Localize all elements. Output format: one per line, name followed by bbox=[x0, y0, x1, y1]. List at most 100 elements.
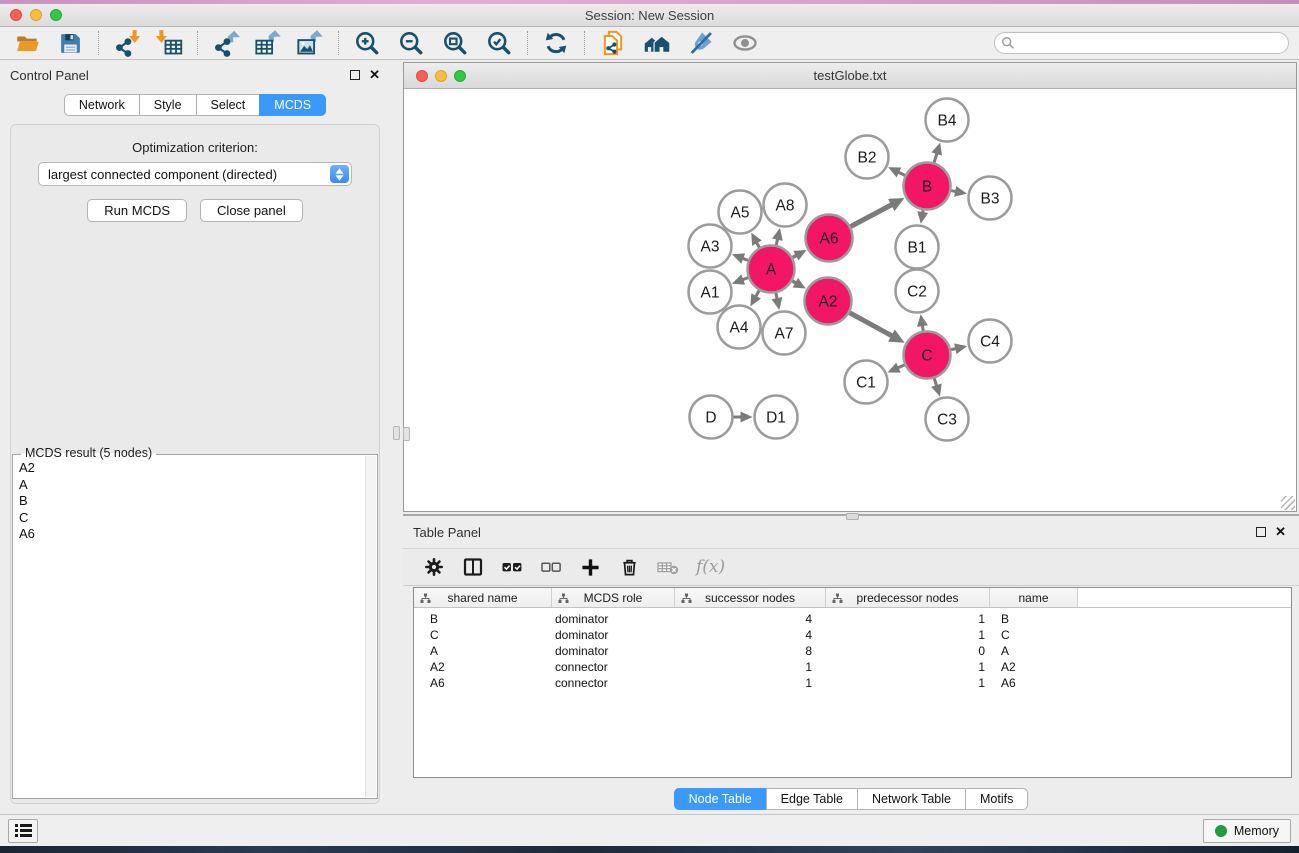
table-cell[interactable]: A6 bbox=[990, 676, 1078, 690]
tab-node-table[interactable]: Node Table bbox=[674, 788, 767, 810]
criterion-select[interactable]: largest connected component (directed) bbox=[38, 162, 352, 186]
table-cell[interactable]: A bbox=[414, 644, 552, 658]
close-panel-button[interactable]: Close panel bbox=[200, 199, 303, 222]
horizontal-splitter[interactable] bbox=[403, 512, 1299, 520]
tab-mcds[interactable]: MCDS bbox=[259, 94, 326, 116]
network-window-titlebar[interactable]: testGlobe.txt bbox=[404, 63, 1296, 89]
result-item[interactable]: A bbox=[19, 477, 365, 494]
table-cell[interactable]: 1 bbox=[826, 660, 990, 674]
save-session-icon[interactable] bbox=[55, 28, 85, 58]
table-cell[interactable]: C bbox=[414, 628, 552, 642]
result-scrollbar[interactable] bbox=[365, 456, 376, 797]
graph-edge[interactable] bbox=[851, 205, 892, 227]
table-cell[interactable]: 1 bbox=[675, 660, 826, 674]
criterion-selected-value: largest connected component (directed) bbox=[39, 167, 277, 182]
table-cell[interactable]: B bbox=[414, 612, 552, 626]
table-row[interactable]: A2connector11A2 bbox=[414, 659, 1291, 675]
result-item[interactable]: A6 bbox=[19, 526, 365, 543]
table-cell[interactable]: dominator bbox=[552, 644, 675, 658]
table-cell[interactable]: A bbox=[990, 644, 1078, 658]
zoom-selected-icon[interactable] bbox=[484, 28, 514, 58]
deselect-all-checkboxes-icon[interactable] bbox=[540, 556, 562, 578]
desktop-wallpaper-strip bbox=[0, 846, 1299, 853]
memory-button[interactable]: Memory bbox=[1203, 819, 1291, 843]
table-cell[interactable]: dominator bbox=[552, 628, 675, 642]
network-import-icon[interactable] bbox=[112, 28, 142, 58]
float-panel-icon[interactable] bbox=[1256, 527, 1266, 537]
vertical-splitter[interactable] bbox=[390, 60, 403, 814]
table-import-icon[interactable] bbox=[154, 28, 184, 58]
close-panel-icon[interactable]: ✕ bbox=[1275, 527, 1286, 537]
splitter-grip[interactable] bbox=[393, 426, 400, 440]
table-cell[interactable]: connector bbox=[552, 660, 675, 674]
table-export-icon[interactable] bbox=[253, 28, 283, 58]
table-cell[interactable]: 1 bbox=[675, 676, 826, 690]
zoom-in-icon[interactable] bbox=[352, 28, 382, 58]
tab-motifs[interactable]: Motifs bbox=[965, 788, 1028, 810]
table-cell[interactable]: dominator bbox=[552, 612, 675, 626]
result-item[interactable]: A2 bbox=[19, 460, 365, 477]
table-cell[interactable]: 8 bbox=[675, 644, 826, 658]
eye-icon[interactable] bbox=[730, 28, 760, 58]
network-canvas[interactable]: B4B2BB3A8A5A6A3B1AA1C2A2A4A7C4CC1C3DD1 bbox=[404, 89, 1296, 511]
table-cell[interactable]: 0 bbox=[826, 644, 990, 658]
search-input[interactable] bbox=[994, 32, 1289, 54]
column-header-mcds-role[interactable]: MCDS role bbox=[552, 588, 675, 607]
table-row[interactable]: A6connector11A6 bbox=[414, 675, 1291, 691]
table-cell[interactable]: 4 bbox=[675, 612, 826, 626]
zoom-fit-icon[interactable] bbox=[440, 28, 470, 58]
network-clone-icon[interactable] bbox=[598, 28, 628, 58]
table-cell[interactable]: 4 bbox=[675, 628, 826, 642]
table-row[interactable]: Cdominator41C bbox=[414, 627, 1291, 643]
task-history-button[interactable] bbox=[8, 819, 38, 843]
table-row[interactable]: Adominator80A bbox=[414, 643, 1291, 659]
close-panel-icon[interactable]: ✕ bbox=[369, 70, 380, 80]
float-panel-icon[interactable] bbox=[350, 70, 360, 80]
zoom-out-icon[interactable] bbox=[396, 28, 426, 58]
tab-select[interactable]: Select bbox=[196, 94, 261, 116]
network-graph[interactable]: B4B2BB3A8A5A6A3B1AA1C2A2A4A7C4CC1C3DD1 bbox=[404, 89, 1296, 510]
table-cell[interactable]: 1 bbox=[826, 628, 990, 642]
graph-edge[interactable] bbox=[756, 290, 759, 296]
split-columns-icon[interactable] bbox=[462, 556, 484, 578]
run-mcds-button[interactable]: Run MCDS bbox=[87, 199, 187, 222]
delete-column-icon[interactable] bbox=[618, 556, 640, 578]
tab-style[interactable]: Style bbox=[139, 94, 197, 116]
column-header-name[interactable]: name bbox=[990, 588, 1078, 607]
graph-edge[interactable] bbox=[898, 365, 905, 368]
table-cell[interactable]: 1 bbox=[826, 612, 990, 626]
column-header-predecessor-nodes[interactable]: predecessor nodes bbox=[826, 588, 990, 607]
table-cell[interactable]: A2 bbox=[414, 660, 552, 674]
select-all-checkboxes-icon[interactable] bbox=[501, 556, 523, 578]
home-icon[interactable] bbox=[642, 28, 672, 58]
table-cell[interactable]: A6 bbox=[414, 676, 552, 690]
tab-network-table[interactable]: Network Table bbox=[857, 788, 966, 810]
refresh-icon[interactable] bbox=[541, 28, 571, 58]
graph-edge[interactable] bbox=[850, 313, 893, 336]
column-header-shared-name[interactable]: shared name bbox=[414, 588, 552, 607]
table-cell[interactable]: 1 bbox=[826, 676, 990, 690]
graph-edge[interactable] bbox=[898, 172, 905, 175]
folder-open-icon[interactable] bbox=[13, 28, 43, 58]
graph-edge[interactable] bbox=[934, 378, 936, 386]
window-resize-grip[interactable] bbox=[1281, 496, 1295, 510]
column-header-successor-nodes[interactable]: successor nodes bbox=[675, 588, 826, 607]
node-table[interactable]: shared nameMCDS rolesuccessor nodesprede… bbox=[413, 587, 1292, 778]
tab-network[interactable]: Network bbox=[64, 94, 140, 116]
image-export-icon[interactable] bbox=[295, 28, 325, 58]
window-edge-grip[interactable] bbox=[403, 427, 410, 441]
table-cell[interactable]: connector bbox=[552, 676, 675, 690]
pen-slash-icon[interactable] bbox=[686, 28, 716, 58]
result-item[interactable]: B bbox=[19, 493, 365, 510]
tab-edge-table[interactable]: Edge Table bbox=[766, 788, 858, 810]
table-cell[interactable]: B bbox=[990, 612, 1078, 626]
gear-icon[interactable] bbox=[423, 556, 445, 578]
graph-edge[interactable] bbox=[934, 153, 937, 163]
splitter-grip[interactable] bbox=[846, 513, 859, 520]
result-item[interactable]: C bbox=[19, 510, 365, 527]
table-cell[interactable]: A2 bbox=[990, 660, 1078, 674]
network-export-icon[interactable] bbox=[211, 28, 241, 58]
table-cell[interactable]: C bbox=[990, 628, 1078, 642]
table-row[interactable]: Bdominator41B bbox=[414, 611, 1291, 627]
add-column-icon[interactable] bbox=[579, 556, 601, 578]
